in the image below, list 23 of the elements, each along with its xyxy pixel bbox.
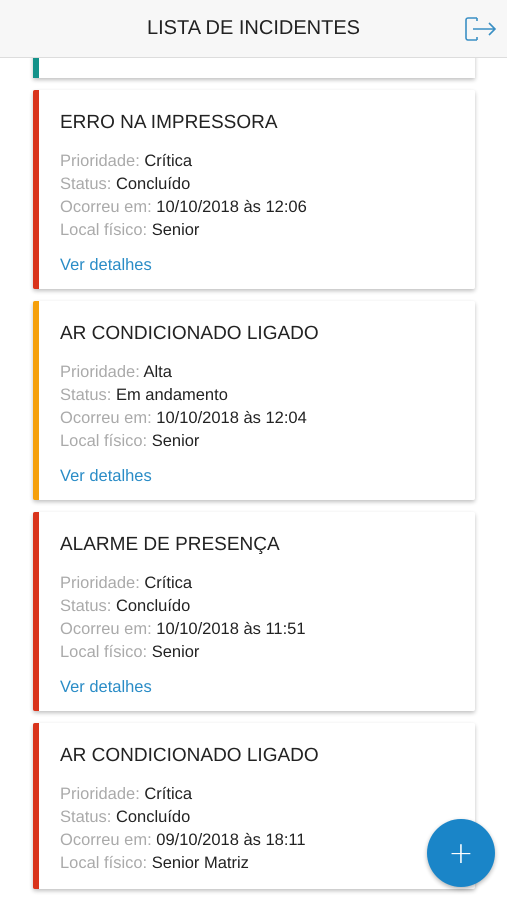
incident-field: Status: Em andamento xyxy=(60,384,455,407)
incident-title: ALARME DE PRESENÇA xyxy=(60,534,281,556)
details-link[interactable]: Ver detalhes xyxy=(60,467,152,486)
incident-field: Ocorreu em: 10/10/2018 às 12:04 xyxy=(60,407,455,430)
incident-field: Prioridade: Crítica xyxy=(60,783,455,806)
incident-field: Status: Concluído xyxy=(60,595,455,618)
incident-field: Prioridade: Alta xyxy=(60,361,455,384)
details-link[interactable]: Ver detalhes xyxy=(60,678,152,697)
incident-field: Prioridade: Crítica xyxy=(60,150,455,173)
incident-field: Ocorreu em: 10/10/2018 às 12:06 xyxy=(60,196,455,219)
incident-title: AR CONDICIONADO LIGADO xyxy=(60,323,320,345)
details-link[interactable]: Ver detalhes xyxy=(60,256,152,275)
logout-button[interactable] xyxy=(463,14,497,44)
incident-title: ERRO NA IMPRESSORA xyxy=(60,112,278,134)
incident-title: AR CONDICIONADO LIGADO xyxy=(60,745,320,767)
incident-field: Prioridade: Crítica xyxy=(60,572,455,595)
incident-field: Local físico: Senior xyxy=(60,219,455,242)
page-title: LISTA DE INCIDENTES xyxy=(146,17,360,40)
logout-icon xyxy=(463,14,497,44)
incident-field: Local físico: Senior xyxy=(60,641,455,664)
incident-field: Local físico: Senior xyxy=(60,430,455,453)
incident-field: Ocorreu em: 10/10/2018 às 11:51 xyxy=(60,618,455,641)
incident-field: Status: Concluído xyxy=(60,173,455,196)
